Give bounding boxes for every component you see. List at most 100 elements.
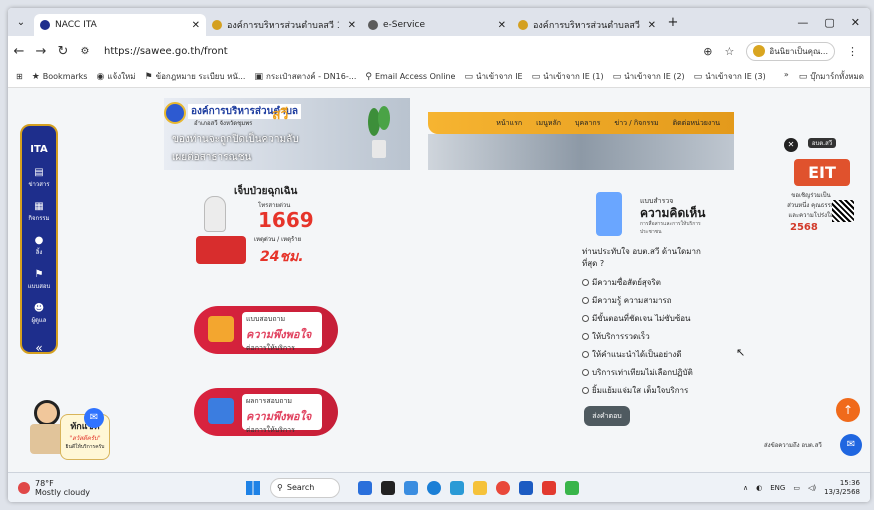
folder-icon: ▭: [531, 71, 541, 82]
close-tab-icon[interactable]: ✕: [192, 20, 200, 31]
tab-sawee-1[interactable]: องค์การบริหารส่วนตำบลสวี 13/2 ม. ✕: [206, 14, 362, 36]
nav-main-menu[interactable]: เมนูหลัก: [536, 118, 561, 129]
more-bookmarks-button[interactable]: »: [784, 70, 789, 83]
minimize-icon[interactable]: —: [797, 16, 808, 29]
bookmark-folder[interactable]: ▭ นำเข้าจาก IE (2): [613, 70, 685, 83]
close-icon[interactable]: ✕: [784, 138, 798, 152]
survey-results-card[interactable]: ผลการสอบถาม ความพึงพอใจ ต่อการให้บริการ: [194, 388, 338, 436]
bookmark-folder[interactable]: ▭ นำเข้าจาก IE (1): [532, 70, 604, 83]
tab-nacc-ita[interactable]: NACC ITA ✕: [34, 14, 206, 36]
sidebar-item-survey[interactable]: ⚑ แบบสอบ: [28, 269, 51, 291]
bookmark-item[interactable]: ★ Bookmarks: [32, 72, 88, 82]
nav-staff[interactable]: บุคลากร: [575, 118, 600, 129]
radio-button[interactable]: [582, 369, 589, 376]
ita-favicon-icon: [40, 20, 50, 30]
sidebar-item-links[interactable]: ● ลิ้ง: [35, 235, 44, 257]
submit-vote-button[interactable]: ส่งคำตอบ: [584, 406, 630, 426]
tab-search-chevron-icon[interactable]: ⌄: [8, 17, 34, 28]
radio-button[interactable]: [582, 333, 589, 340]
nav-news[interactable]: ข่าว / กิจกรรม: [614, 118, 658, 129]
volume-icon[interactable]: ◁): [808, 484, 816, 492]
poll-option[interactable]: มีความซื่อสัตย์สุจริต: [582, 276, 661, 289]
line-icon[interactable]: [565, 480, 579, 495]
app-icon[interactable]: [542, 480, 556, 495]
radio-button[interactable]: [582, 279, 589, 286]
menu-kebab-icon[interactable]: ⋮: [847, 45, 858, 58]
rescuer-image: [204, 196, 226, 232]
word-icon[interactable]: [519, 480, 533, 495]
reload-icon[interactable]: ↻: [52, 44, 74, 59]
bookmark-folder[interactable]: ▭ นำเข้าจาก IE: [464, 70, 522, 83]
sidebar-item-news[interactable]: ▤ ข่าวสาร: [28, 167, 49, 189]
tab-sawee-2[interactable]: องค์การบริหารส่วนตำบลสวี 13/2 ม. ✕: [512, 14, 662, 36]
close-tab-icon[interactable]: ✕: [348, 20, 356, 31]
poll-option[interactable]: มีขั้นตอนที่ชัดเจน ไม่ซับซ้อน: [582, 312, 691, 325]
url-field[interactable]: https://sawee.go.th/front: [104, 46, 228, 57]
tab-strip: ⌄ NACC ITA ✕ องค์การบริหารส่วนตำบลสวี 13…: [8, 8, 870, 36]
bookmark-label: นำเข้าจาก IE: [475, 72, 523, 81]
scroll-to-top-button[interactable]: ↑: [836, 398, 860, 422]
chrome-icon[interactable]: [496, 480, 510, 495]
profile-button[interactable]: อินนิยาเป็นคุณ...: [746, 41, 835, 61]
restore-icon[interactable]: ▢: [824, 16, 834, 29]
app-icon[interactable]: [358, 480, 372, 495]
emergency-1669-banner[interactable]: เจ็บป่วยฉุกเฉิน โทรสายด่วน 1669 เหตุด่วน…: [194, 184, 342, 276]
close-window-icon[interactable]: ✕: [851, 16, 860, 29]
network-icon[interactable]: ▭: [793, 484, 800, 492]
sidebar-item-admin[interactable]: ☻ ผู้ดูแล: [32, 303, 47, 325]
eit-popup[interactable]: ✕ อบต.สวี EIT ขอเชิญร่วมเป็นส่วนหนึ่ง คุ…: [784, 130, 858, 242]
radio-button[interactable]: [582, 315, 589, 322]
tab-e-service[interactable]: e-Service ✕: [362, 14, 512, 36]
satisfaction-survey-card[interactable]: แบบสอบถาม ความพึงพอใจ ต่อการให้บริการ: [194, 306, 338, 354]
tray-app-icon[interactable]: ◐: [756, 484, 762, 492]
taskbar-search[interactable]: ⚲ Search: [270, 477, 340, 498]
forward-arrow-icon[interactable]: →: [30, 44, 52, 59]
windows-start-icon[interactable]: [246, 480, 260, 495]
nav-contact[interactable]: ติดต่อหน่วยงาน: [673, 118, 720, 129]
sidebar-item-label: ผู้ดูแล: [31, 317, 47, 324]
weather-widget[interactable]: 78°F Mostly cloudy: [8, 479, 118, 497]
close-tab-icon[interactable]: ✕: [498, 20, 506, 31]
ita-logo[interactable]: ITA: [30, 144, 48, 155]
bookmark-label: แจ้งใหม่: [107, 72, 136, 81]
language-indicator[interactable]: ENG: [770, 484, 785, 492]
bookmark-item[interactable]: ⚲ Email Access Online: [365, 72, 455, 82]
radio-button[interactable]: [582, 297, 589, 304]
poll-option[interactable]: ให้คำแนะนำได้เป็นอย่างดี: [582, 348, 682, 361]
sidebar-item-activities[interactable]: ▦ กิจกรรม: [28, 201, 49, 223]
terminal-icon[interactable]: [381, 480, 395, 495]
org-logo[interactable]: [164, 102, 186, 124]
radio-button[interactable]: [582, 387, 589, 394]
zoom-icon[interactable]: ⊕: [703, 45, 712, 58]
app-icon[interactable]: [404, 480, 418, 495]
all-bookmarks-folder[interactable]: ▭ บุ๊กมาร์กทั้งหมด: [799, 70, 864, 83]
bookmark-star-icon[interactable]: ☆: [725, 45, 735, 58]
close-tab-icon[interactable]: ✕: [648, 20, 656, 31]
bookmark-item[interactable]: ▣ กระเป๋าสตางค์ - DN16-...: [254, 70, 356, 83]
file-explorer-icon[interactable]: [473, 480, 487, 495]
poll-option[interactable]: ให้บริการรวดเร็ว: [582, 330, 650, 343]
site-settings-icon[interactable]: ⚙: [74, 46, 96, 57]
back-arrow-icon[interactable]: ←: [8, 44, 30, 59]
bookmark-folder[interactable]: ▭ นำเข้าจาก IE (3): [694, 70, 766, 83]
poll-option[interactable]: มีความรู้ ความสามารถ: [582, 294, 672, 307]
messenger-chat-button[interactable]: ✉: [840, 434, 862, 456]
poll-option[interactable]: ยิ้มแย้มแจ่มใส เต็มใจบริการ: [582, 384, 688, 397]
folder-icon: ▭: [798, 71, 808, 82]
chat-subtitle: ยินดีให้บริการครับ: [65, 444, 105, 450]
tab-title: องค์การบริหารส่วนตำบลสวี 13/2 ม.: [533, 21, 643, 31]
chevron-up-icon[interactable]: ∧: [743, 484, 748, 492]
search-label: Search: [286, 483, 315, 492]
radio-button[interactable]: [582, 351, 589, 358]
edge-icon[interactable]: [427, 480, 441, 495]
new-tab-button[interactable]: +: [662, 15, 684, 30]
nav-home[interactable]: หน้าแรก: [496, 118, 522, 129]
clock[interactable]: 15:36 13/3/2568: [824, 479, 860, 497]
app-icon[interactable]: [450, 480, 464, 495]
messenger-icon[interactable]: ✉: [84, 408, 104, 428]
apps-grid-icon[interactable]: ⊞: [16, 72, 23, 81]
collapse-sidebar-button[interactable]: «: [35, 341, 42, 355]
poll-option[interactable]: บริการเท่าเทียมไม่เลือกปฏิบัติ: [582, 366, 693, 379]
bookmark-item[interactable]: ◉ แจ้งใหม่: [96, 70, 135, 83]
bookmark-item[interactable]: ⚑ ข้อกฎหมาย ระเบียบ หนั...: [145, 70, 246, 83]
